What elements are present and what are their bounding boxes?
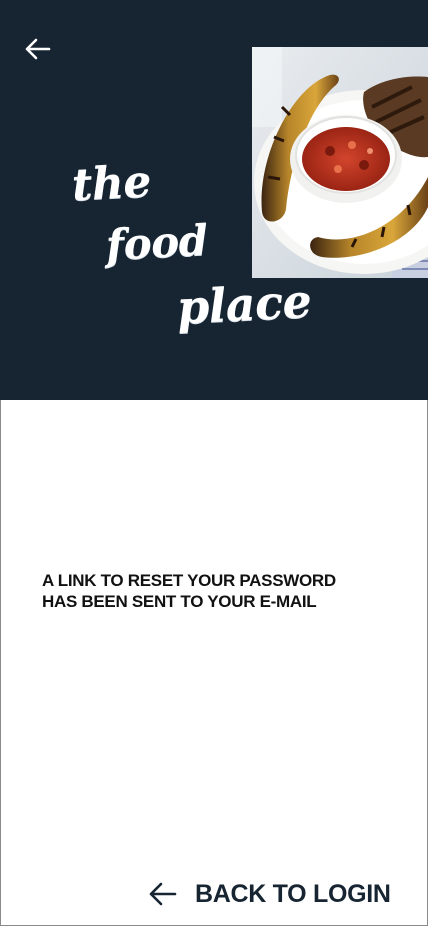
- reset-confirmation-message: A LINK TO RESET YOUR PASSWORD HAS BEEN S…: [42, 571, 336, 611]
- arrow-left-icon: [147, 879, 177, 909]
- food-photo: [252, 47, 428, 278]
- logo-text-food: food: [104, 215, 209, 270]
- arrow-left-icon: [25, 38, 51, 60]
- back-to-login-button[interactable]: BACK TO LOGIN: [147, 874, 391, 914]
- logo-text-the: the: [70, 155, 153, 212]
- back-button[interactable]: [20, 32, 54, 66]
- back-to-login-label: BACK TO LOGIN: [195, 879, 391, 908]
- logo-text-place: place: [175, 273, 313, 335]
- header: the food place: [0, 0, 428, 400]
- content-panel: A LINK TO RESET YOUR PASSWORD HAS BEEN S…: [0, 400, 428, 926]
